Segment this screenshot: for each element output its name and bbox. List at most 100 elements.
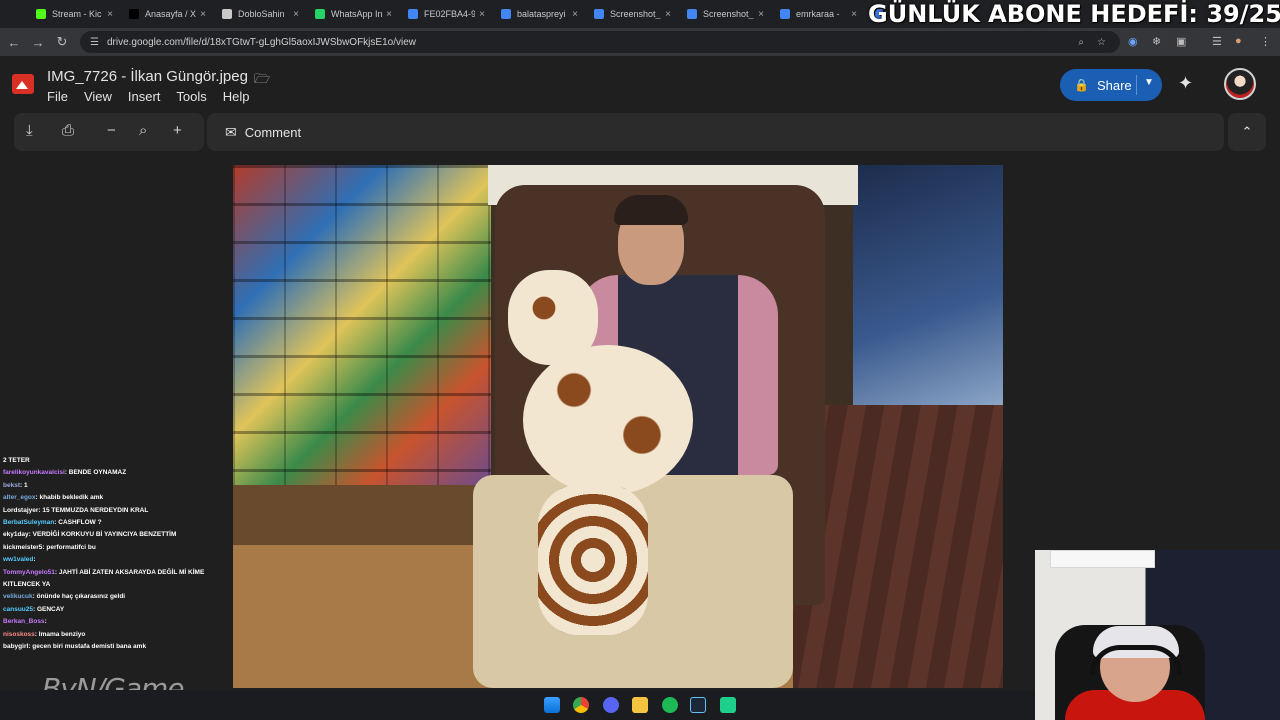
chat-username: TommyAngelo51 xyxy=(3,568,55,576)
person-hair xyxy=(614,195,688,225)
tab-title: Screenshot_ xyxy=(610,9,661,19)
chrome-icon[interactable] xyxy=(573,697,589,713)
menu-bar: File View Insert Tools Help xyxy=(47,89,250,104)
comment-label: Comment xyxy=(244,124,302,140)
chat-username: kickmeister5 xyxy=(3,543,43,551)
close-icon[interactable]: × xyxy=(851,9,857,20)
menu-item-insert[interactable]: Insert xyxy=(128,89,161,104)
drive-header: IMG_7726 - İlkan Güngör.jpeg 🗁 File View I… xyxy=(0,56,1280,112)
chat-text: : 15 TEMMUZDA NERDEYDIN KRAL xyxy=(38,506,149,514)
chat-message: babygirl: gecen biri mustafa demisti ban… xyxy=(0,641,232,653)
chat-text: KITLENCEK YA xyxy=(3,581,51,589)
close-icon[interactable]: × xyxy=(293,9,299,20)
browser-tab[interactable]: balataspreyi × xyxy=(493,0,586,28)
avatar[interactable] xyxy=(1224,68,1256,100)
share-divider xyxy=(1136,75,1137,95)
app-icon[interactable] xyxy=(720,697,736,713)
chat-username: ww1valed xyxy=(3,556,34,564)
windows-start-icon[interactable] xyxy=(544,697,560,713)
chat-message: TommyAngelo51: JAHTİ ABİ ZATEN AKSARAYDA… xyxy=(0,567,232,579)
move-to-folder-icon[interactable]: 🗁 xyxy=(254,70,270,92)
tab-title: Screenshot_ xyxy=(703,9,754,19)
browser-tab[interactable]: Screenshot_ × xyxy=(586,0,679,28)
chat-message: bekst: 1 xyxy=(0,480,232,492)
menu-item-view[interactable]: View xyxy=(84,89,112,104)
close-icon[interactable]: × xyxy=(107,9,113,20)
headset-icon xyxy=(1090,645,1182,675)
giraffe-plush-legs xyxy=(538,485,648,635)
comment-button[interactable]: ✉ Comment xyxy=(207,113,1224,151)
spotify-icon[interactable] xyxy=(662,697,678,713)
site-info-icon[interactable]: ☰ xyxy=(90,37,99,48)
viewer-tools: ⤓ ⎙ − ⌕ + xyxy=(14,113,204,151)
browser-tab[interactable]: Screenshot_ × xyxy=(679,0,772,28)
file-explorer-icon[interactable] xyxy=(632,697,648,713)
close-icon[interactable]: × xyxy=(200,9,206,20)
address-bar[interactable]: ☰ drive.google.com/file/d/18xTGtwT-gLghG… xyxy=(80,31,1120,53)
chat-text: : GENCAY xyxy=(33,605,65,613)
menu-item-file[interactable]: File xyxy=(47,89,68,104)
back-icon[interactable]: ← xyxy=(2,35,26,50)
chat-message: BerbatSuleyman: CASHFLOW ? xyxy=(0,517,232,529)
tab-title: Anasayfa / X xyxy=(145,9,197,19)
menu-item-help[interactable]: Help xyxy=(223,89,250,104)
close-icon[interactable]: × xyxy=(572,9,578,20)
tab-favicon-icon xyxy=(129,9,139,19)
chevron-down-icon[interactable]: ▼ xyxy=(1144,77,1154,88)
tab-favicon-icon xyxy=(222,9,232,19)
comment-icon: ✉ xyxy=(225,123,237,140)
extension-icon[interactable]: ❄ xyxy=(1152,35,1161,48)
forward-icon[interactable]: → xyxy=(26,35,50,50)
menu-dots-icon[interactable]: ⋮ xyxy=(1260,35,1271,48)
tab-favicon-icon xyxy=(36,9,46,19)
discord-icon[interactable] xyxy=(603,697,619,713)
close-icon[interactable]: × xyxy=(386,9,392,20)
tab-favicon-icon xyxy=(687,9,697,19)
chat-text: : VERDİĞİ KORKUYU Bİ YAYINCIYA BENZETTİM xyxy=(28,531,177,539)
chevron-up-icon[interactable]: ⌃ xyxy=(1228,113,1266,151)
reload-icon[interactable]: ↻ xyxy=(50,34,74,50)
close-icon[interactable]: × xyxy=(479,9,485,20)
browser-tab[interactable]: FE02FBA4-9 × xyxy=(400,0,493,28)
chat-message: Lordstajyer: 15 TEMMUZDA NERDEYDIN KRAL xyxy=(0,505,232,517)
chat-message: alter_egox: khabib bekledik amk xyxy=(0,492,232,504)
print-icon[interactable]: ⎙ xyxy=(62,122,74,139)
chat-text: : gecen biri mustafa demisti bana amk xyxy=(28,643,147,651)
chat-message: eky1day: VERDİĞİ KORKUYU Bİ YAYINCIYA BE… xyxy=(0,529,232,541)
tab-favicon-icon xyxy=(501,9,511,19)
close-icon[interactable]: × xyxy=(758,9,764,20)
browser-tab[interactable]: Stream - Kic × xyxy=(28,0,121,28)
browser-tab[interactable]: DobloSahin × xyxy=(214,0,307,28)
browser-tab[interactable]: WhatsApp In × xyxy=(307,0,400,28)
zoom-icon[interactable]: ⌕ xyxy=(1078,37,1084,48)
tab-title: FE02FBA4-9 xyxy=(424,9,476,19)
puzzle-icon[interactable]: ▣ xyxy=(1176,35,1186,48)
media-icon[interactable]: ☰ xyxy=(1212,35,1222,48)
minus-icon[interactable]: − xyxy=(107,122,116,139)
browser-tab[interactable]: emrkaraa - × xyxy=(772,0,865,28)
chat-username: BerbatSuleyman xyxy=(3,519,55,527)
bookmark-star-icon[interactable]: ☆ xyxy=(1097,37,1106,48)
profile-icon[interactable]: ● xyxy=(1235,35,1242,47)
close-icon[interactable]: × xyxy=(665,9,671,20)
chat-text: : 1 xyxy=(19,481,28,489)
steam-icon[interactable] xyxy=(690,697,706,713)
chat-text: : khabib bekledik amk xyxy=(35,494,104,502)
share-button[interactable]: 🔒 Share ▼ xyxy=(1060,69,1162,101)
sparkle-icon[interactable]: ✦ xyxy=(1178,73,1193,94)
download-icon[interactable]: ⤓ xyxy=(26,122,33,139)
menu-item-tools[interactable]: Tools xyxy=(176,89,206,104)
webcam-overlay xyxy=(1035,550,1280,720)
file-title[interactable]: IMG_7726 - İlkan Güngör.jpeg xyxy=(47,68,248,85)
photo-wall xyxy=(853,165,1003,410)
chat-username: cansuu25 xyxy=(3,605,33,613)
chat-text: : Imama benziyo xyxy=(34,630,86,638)
chat-username: babygirl xyxy=(3,643,29,651)
magnifier-icon[interactable]: ⌕ xyxy=(139,122,147,139)
browser-tab[interactable]: Anasayfa / X × xyxy=(121,0,214,28)
tab-favicon-icon xyxy=(780,9,790,19)
viewer-toolbar: ⤓ ⎙ − ⌕ + ✉ Comment xyxy=(14,113,1224,151)
chat-message: kickmeister5: performatifci bu xyxy=(0,542,232,554)
extension-icon[interactable]: ◉ xyxy=(1128,35,1138,48)
plus-icon[interactable]: + xyxy=(173,122,182,139)
